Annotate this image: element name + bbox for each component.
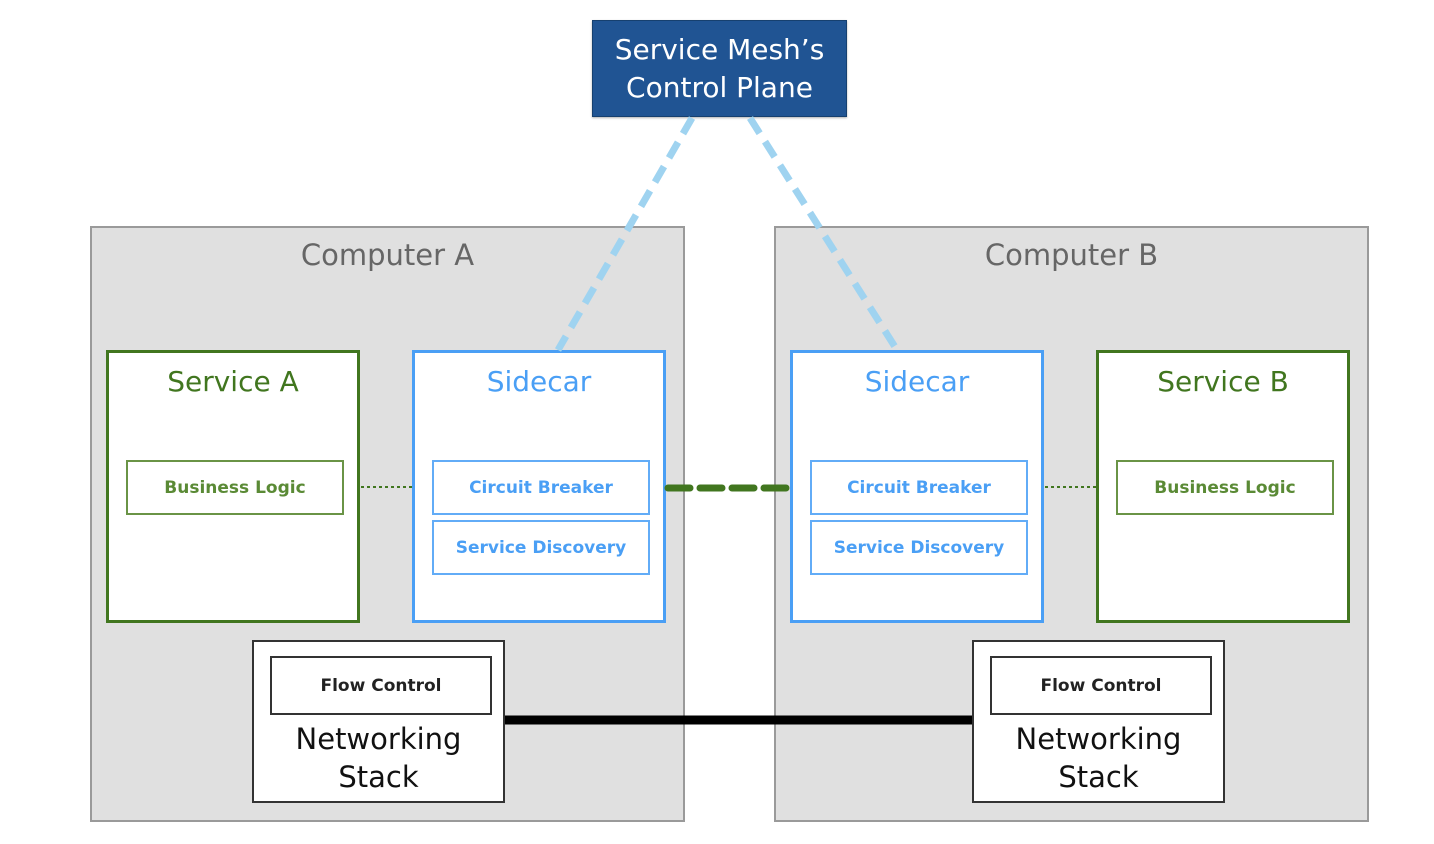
networking-stack-a: Flow Control Networking Stack [252,640,505,803]
service-a-title: Service A [167,365,299,398]
flow-control-a: Flow Control [270,656,492,715]
service-a-box: Service A Business Logic [106,350,360,623]
control-plane-box: Service Mesh’s Control Plane [592,20,847,117]
computer-b-title: Computer B [984,238,1159,272]
sidecar-b-service-discovery: Service Discovery [810,520,1028,575]
service-a-business-logic: Business Logic [126,460,344,515]
control-plane-label-line1: Service Mesh’s [614,33,825,66]
sidecar-a-box: Sidecar Circuit Breaker Service Discover… [412,350,666,623]
networking-stack-b-title-line2: Stack [1058,760,1139,794]
service-b-business-logic: Business Logic [1116,460,1334,515]
flow-control-b: Flow Control [990,656,1212,715]
networking-stack-b: Flow Control Networking Stack [972,640,1225,803]
networking-stack-a-title: Networking Stack [254,720,503,796]
networking-stack-a-title-line1: Networking [295,722,462,756]
sidecar-b-circuit-breaker: Circuit Breaker [810,460,1028,515]
sidecar-a-circuit-breaker: Circuit Breaker [432,460,650,515]
sidecar-a-title: Sidecar [486,365,592,398]
service-b-box: Service B Business Logic [1096,350,1350,623]
sidecar-a-service-discovery: Service Discovery [432,520,650,575]
control-plane-label-line2: Control Plane [626,71,813,104]
networking-stack-b-title-line1: Networking [1015,722,1182,756]
networking-stack-b-title: Networking Stack [974,720,1223,796]
networking-stack-a-title-line2: Stack [338,760,419,794]
sidecar-b-box: Sidecar Circuit Breaker Service Discover… [790,350,1044,623]
sidecar-b-title: Sidecar [864,365,970,398]
service-b-title: Service B [1157,365,1289,398]
computer-a-title: Computer A [300,238,475,272]
